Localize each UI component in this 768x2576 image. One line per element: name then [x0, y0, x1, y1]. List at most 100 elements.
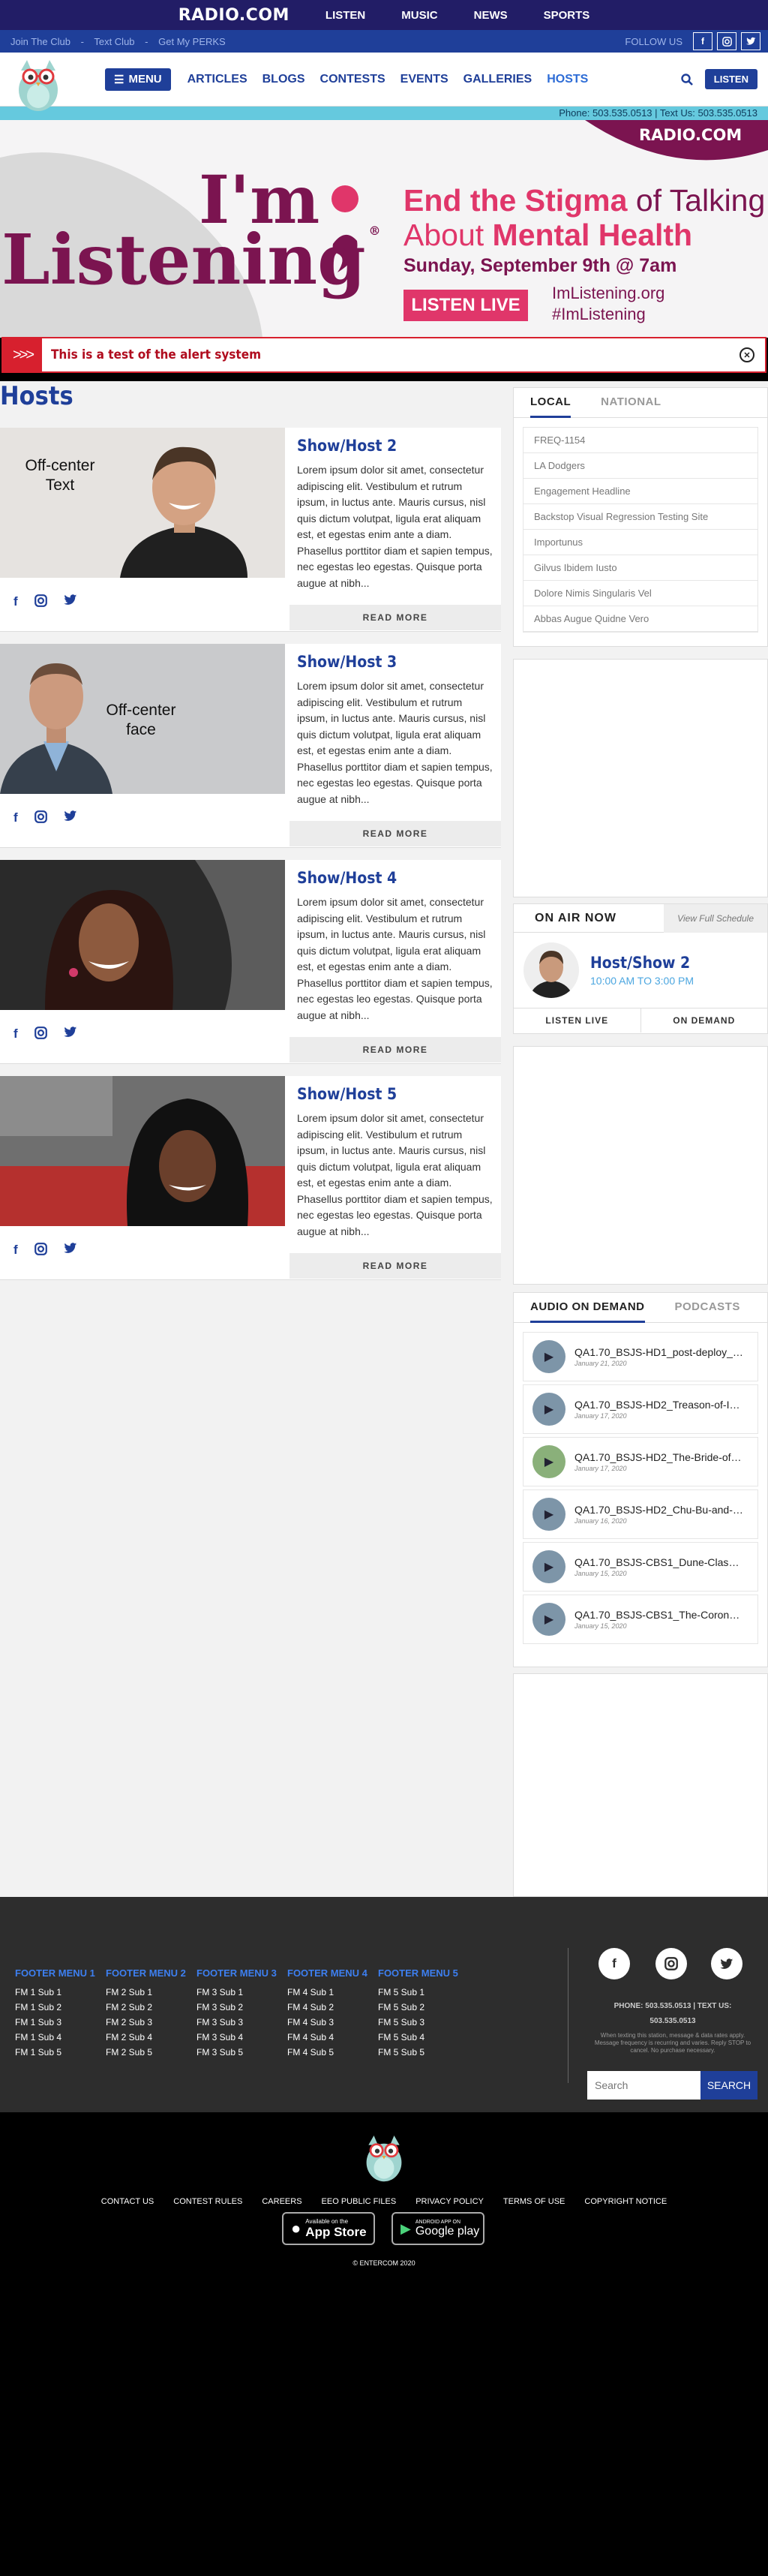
tab-national[interactable]: NATIONAL: [601, 395, 661, 417]
facebook-icon[interactable]: f: [693, 32, 712, 50]
list-item[interactable]: ▶ QA1.70_BSJS-HD2_The-Bride-of-th... Janu…: [523, 1437, 758, 1486]
owl-logo[interactable]: [10, 53, 66, 113]
facebook-icon[interactable]: f: [14, 810, 18, 825]
footer-link[interactable]: FM 2 Sub 5: [106, 2045, 196, 2060]
footer-link[interactable]: FM 1 Sub 2: [15, 2000, 105, 2015]
twitter-icon[interactable]: [711, 1948, 742, 1979]
tab-audio-on-demand[interactable]: AUDIO ON DEMAND: [530, 1300, 645, 1323]
nav-hosts[interactable]: HOSTS: [547, 73, 588, 86]
play-icon[interactable]: ▶: [532, 1550, 566, 1583]
play-icon[interactable]: ▶: [532, 1603, 566, 1636]
footer-link[interactable]: FM 3 Sub 2: [196, 2000, 286, 2015]
list-item[interactable]: Abbas Augue Quidne Vero: [524, 606, 758, 632]
instagram-icon[interactable]: [34, 594, 47, 607]
twitter-icon[interactable]: [741, 32, 760, 50]
footer-link[interactable]: FM 4 Sub 4: [287, 2030, 377, 2045]
host-photo[interactable]: Off-center Text: [0, 428, 285, 578]
facebook-icon[interactable]: f: [598, 1948, 630, 1979]
perks-link[interactable]: Get My PERKS: [158, 36, 226, 47]
text-club-link[interactable]: Text Club: [94, 36, 134, 47]
contest-rules-link[interactable]: CONTEST RULES: [173, 2197, 242, 2206]
list-item[interactable]: Dolore Nimis Singularis Vel: [524, 581, 758, 606]
footer-menu-title[interactable]: FOOTER MENU 2: [106, 1967, 196, 1979]
host-photo[interactable]: [0, 860, 285, 1010]
instagram-icon[interactable]: [34, 1243, 47, 1255]
footer-link[interactable]: FM 1 Sub 1: [15, 1985, 105, 2000]
host-name[interactable]: Show/Host 3: [297, 653, 494, 671]
on-air-show[interactable]: Host/Show 2: [590, 954, 694, 972]
footer-link[interactable]: FM 1 Sub 4: [15, 2030, 105, 2045]
app-store-badge[interactable]: ● Available on the App Store: [282, 2212, 375, 2245]
footer-link[interactable]: FM 5 Sub 2: [378, 2000, 468, 2015]
facebook-icon[interactable]: f: [14, 1026, 18, 1042]
nav-events[interactable]: EVENTS: [400, 73, 448, 86]
footer-link[interactable]: FM 1 Sub 5: [15, 2045, 105, 2060]
host-photo[interactable]: Off-center face: [0, 644, 285, 794]
twitter-icon[interactable]: [63, 594, 77, 606]
listen-live-button[interactable]: LISTEN LIVE: [514, 1008, 641, 1033]
nav-listen[interactable]: LISTEN: [326, 9, 365, 22]
on-demand-button[interactable]: ON DEMAND: [641, 1008, 768, 1033]
footer-menu-title[interactable]: FOOTER MENU 3: [196, 1967, 286, 1979]
list-item[interactable]: ▶ QA1.70_BSJS-HD1_post-deploy_T... Januar…: [523, 1332, 758, 1381]
footer-link[interactable]: FM 3 Sub 4: [196, 2030, 286, 2045]
footer-link[interactable]: FM 4 Sub 5: [287, 2045, 377, 2060]
instagram-icon[interactable]: [656, 1948, 687, 1979]
nav-galleries[interactable]: GALLERIES: [464, 73, 532, 86]
careers-link[interactable]: CAREERS: [262, 2197, 302, 2206]
footer-menu-title[interactable]: FOOTER MENU 4: [287, 1967, 377, 1979]
nav-contests[interactable]: CONTESTS: [320, 73, 386, 86]
privacy-link[interactable]: PRIVACY POLICY: [416, 2197, 484, 2206]
list-item[interactable]: Gilvus Ibidem Iusto: [524, 555, 758, 581]
footer-link[interactable]: FM 2 Sub 4: [106, 2030, 196, 2045]
host-name[interactable]: Show/Host 2: [297, 437, 494, 455]
footer-link[interactable]: FM 5 Sub 1: [378, 1985, 468, 2000]
play-icon[interactable]: ▶: [532, 1340, 566, 1373]
close-icon[interactable]: ✕: [740, 347, 754, 362]
facebook-icon[interactable]: f: [14, 594, 18, 609]
nav-articles[interactable]: ARTICLES: [188, 73, 248, 86]
twitter-icon[interactable]: [63, 1026, 77, 1038]
radio-com-logo[interactable]: RADIO.COM: [178, 6, 290, 25]
list-item[interactable]: Backstop Visual Regression Testing Site: [524, 504, 758, 530]
footer-link[interactable]: FM 3 Sub 5: [196, 2045, 286, 2060]
footer-link[interactable]: FM 1 Sub 3: [15, 2015, 105, 2030]
menu-button[interactable]: ☰ MENU: [105, 68, 171, 91]
list-item[interactable]: ▶ QA1.70_BSJS-CBS1_The-Coronati... Januar…: [523, 1595, 758, 1644]
instagram-icon[interactable]: [717, 32, 736, 50]
footer-link[interactable]: FM 5 Sub 5: [378, 2045, 468, 2060]
read-more-button[interactable]: READ MORE: [290, 821, 501, 846]
footer-link[interactable]: FM 5 Sub 4: [378, 2030, 468, 2045]
tab-local[interactable]: LOCAL: [530, 395, 572, 418]
footer-menu-title[interactable]: FOOTER MENU 5: [378, 1967, 468, 1979]
footer-link[interactable]: FM 3 Sub 3: [196, 2015, 286, 2030]
read-more-button[interactable]: READ MORE: [290, 1037, 501, 1063]
twitter-icon[interactable]: [63, 1243, 77, 1254]
twitter-icon[interactable]: [63, 810, 77, 822]
terms-link[interactable]: TERMS OF USE: [503, 2197, 566, 2206]
read-more-button[interactable]: READ MORE: [290, 605, 501, 630]
owl-logo[interactable]: [358, 2129, 410, 2183]
banner-listen-live[interactable]: LISTEN LIVE: [404, 290, 528, 321]
footer-link[interactable]: FM 3 Sub 1: [196, 1985, 286, 2000]
nav-news[interactable]: NEWS: [474, 9, 508, 22]
host-name[interactable]: Show/Host 5: [297, 1085, 494, 1103]
host-photo[interactable]: [0, 1076, 285, 1226]
instagram-icon[interactable]: [34, 1026, 47, 1039]
host-name[interactable]: Show/Host 4: [297, 869, 494, 887]
on-air-avatar[interactable]: [523, 942, 580, 999]
play-icon[interactable]: ▶: [532, 1393, 566, 1426]
footer-link[interactable]: FM 2 Sub 2: [106, 2000, 196, 2015]
contact-link[interactable]: CONTACT US: [101, 2197, 154, 2206]
list-item[interactable]: Importunus: [524, 530, 758, 555]
footer-link[interactable]: FM 5 Sub 3: [378, 2015, 468, 2030]
copyright-link[interactable]: COPYRIGHT NOTICE: [584, 2197, 667, 2206]
list-item[interactable]: ▶ QA1.70_BSJS-HD2_Treason-of-Ise... Janua…: [523, 1384, 758, 1434]
footer-link[interactable]: FM 2 Sub 1: [106, 1985, 196, 2000]
nav-music[interactable]: MUSIC: [401, 9, 437, 22]
list-item[interactable]: Engagement Headline: [524, 479, 758, 504]
nav-blogs[interactable]: BLOGS: [262, 73, 305, 86]
footer-link[interactable]: FM 4 Sub 1: [287, 1985, 377, 2000]
read-more-button[interactable]: READ MORE: [290, 1253, 501, 1279]
play-icon[interactable]: ▶: [532, 1498, 566, 1531]
